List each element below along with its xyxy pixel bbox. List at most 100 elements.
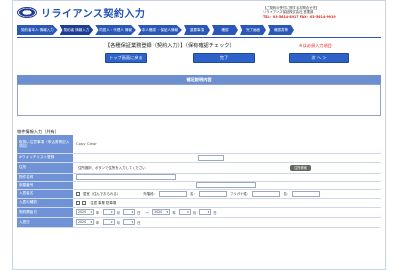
step-tab-2[interactable]: 契約者 情報入力 (59, 25, 94, 35)
chevron-down-icon: ▾ (111, 210, 113, 214)
occupant-extra-label-3: フリガナ姓： (229, 192, 251, 196)
property-form-table: 取扱い注意事項（申込書等記入項目） Copy Clear ※ウォッチリスト登録 … (17, 135, 381, 228)
address-search-button[interactable]: 住所検索 (290, 164, 311, 171)
occupant-extra-label-1: 外階段： (143, 192, 157, 196)
contract-year-select[interactable]: 2020 ▾ (76, 209, 94, 215)
next-button[interactable]: 次 へ ＞ (289, 53, 349, 63)
address-instruction: 住所選択、ボタンで住所を入力してください (78, 166, 146, 170)
step-tab-7[interactable]: 完了画面 (240, 25, 266, 35)
page-frame: リライアンス契約入力 【ご契約の受付に関するお問合せ先】 リライアンス保証株式会… (12, 0, 386, 270)
contact-line-3: TEL：03-5614-8917 FAX：03-5614-9919 (263, 14, 336, 19)
chevron-down-icon: ▾ (90, 210, 92, 214)
contact-info: 【ご契約の受付に関するお問合せ先】 リライアンス保証株式会社 営業部 TEL：0… (263, 6, 381, 19)
step-tabs: 契約者本人 情報入力 契約者 情報入力 同居人・代理人 情報 本人確認 ・保証人… (17, 25, 294, 35)
row-label-usage-type: 入居の種別 (17, 198, 73, 208)
row-value-room (73, 181, 381, 190)
month-unit: 月 (116, 220, 120, 225)
occupant-field-4[interactable] (292, 190, 321, 197)
move-in-year-select[interactable]: 2020 ▾ (76, 219, 94, 225)
usage-type-text: 住居 事業 駐車場 (90, 201, 117, 205)
row-label-contract-start: 契約開始日 (17, 207, 73, 218)
chevron-down-icon: ▾ (131, 220, 134, 224)
table-row: 物件名称 (17, 173, 381, 182)
occupant-extra-label-4: 名： (283, 192, 291, 196)
row-label-notes: 取扱い注意事項（申込書等記入項目） (17, 135, 73, 154)
company-logo-icon (17, 7, 37, 18)
row-value-move-in: 2020 ▾ 年 ▾ 月 ▾ 日 (73, 217, 381, 228)
chevron-down-icon: ▾ (131, 210, 134, 214)
contract-end-month-select[interactable]: ▾ (178, 209, 191, 215)
room-number-input[interactable] (196, 182, 256, 188)
table-row: 取扱い注意事項（申込書等記入項目） Copy Clear (17, 135, 381, 154)
year-unit: 年 (96, 220, 100, 225)
row-value-property-name (73, 173, 381, 182)
table-row: 契約開始日 2020 ▾ 年 ▾ 月 ▾ 日 ～ 2020 ▾ 年 ▾ 月 ▾ 日 (17, 207, 381, 218)
usage-checkbox-2[interactable] (82, 200, 87, 205)
move-in-year-value: 2020 (78, 220, 87, 224)
contract-day-select[interactable]: ▾ (123, 209, 136, 215)
month-unit: 月 (192, 210, 197, 215)
contract-end-year-select[interactable]: 2020 ▾ (152, 209, 171, 215)
chevron-down-icon: ▾ (166, 210, 169, 214)
row-label-move-in: 入居日 (17, 217, 73, 228)
contract-month-select[interactable]: ▾ (102, 209, 115, 215)
contract-end-year-value: 2020 (154, 210, 163, 214)
row-value-notes: Copy Clear (73, 135, 381, 154)
occupant-field-1[interactable] (158, 190, 187, 197)
row-label-property-name: 物件名称 (17, 173, 73, 182)
row-value-occupant: 居室（住んでおられる） 外階段： 名： フリガナ姓： 名： (73, 189, 381, 199)
notes-section-bar: 補足説明内容 (17, 75, 381, 84)
copy-clear-text: Copy Clear (76, 141, 97, 147)
chevron-down-icon: ▾ (187, 210, 189, 214)
step-tab-8[interactable]: 確認書等 (268, 25, 294, 35)
step-tab-6[interactable]: 確認 (212, 25, 238, 35)
chevron-down-icon: ▾ (111, 220, 113, 224)
day-unit: 日 (137, 220, 141, 225)
day-unit: 日 (137, 210, 141, 215)
notes-textarea[interactable] (17, 84, 381, 116)
table-row: 入居の種別 住居 事業 駐車場 (17, 198, 381, 208)
watchlist-input[interactable] (198, 154, 224, 161)
property-name-input[interactable] (76, 174, 176, 180)
back-to-top-button[interactable]: トップ画面に戻る (105, 53, 147, 63)
row-value-address: 住所選択、ボタンで住所を入力してください 住所検索 (73, 162, 381, 174)
year-unit: 年 (96, 210, 100, 215)
header: リライアンス契約入力 【ご契約の受付に関するお問合せ先】 リライアンス保証株式会… (13, 1, 385, 23)
occupant-field-2[interactable] (198, 190, 227, 197)
row-value-usage-type: 住居 事業 駐車場 (73, 198, 381, 208)
row-label-occupant: 入居者名 (17, 189, 73, 199)
step-tab-1[interactable]: 契約者本人 情報入力 (17, 25, 58, 35)
move-in-month-select[interactable]: ▾ (102, 219, 115, 225)
required-note: ※は必須入力項目 (299, 43, 332, 48)
form-title: 【各種保証業務登録（契約入力）】（保有確認チェック） (105, 43, 235, 49)
table-row: ※ウォッチリスト登録 (17, 153, 381, 163)
chevron-down-icon: ▾ (90, 220, 92, 224)
contract-year-value: 2020 (78, 210, 87, 214)
move-in-day-select[interactable]: ▾ (123, 219, 136, 225)
row-label-room: 部屋番号 (17, 181, 73, 190)
day-unit: 日 (213, 210, 217, 215)
app-title: リライアンス契約入力 (41, 9, 146, 20)
step-tab-4[interactable]: 本人確認 ・保証人情報 (137, 25, 182, 35)
year-unit: 年 (172, 210, 176, 215)
complete-button[interactable]: 完了 (193, 53, 255, 63)
row-value-contract-start: 2020 ▾ 年 ▾ 月 ▾ 日 ～ 2020 ▾ 年 ▾ 月 ▾ 日 (73, 207, 381, 218)
month-unit: 月 (116, 210, 120, 215)
table-row: 入居日 2020 ▾ 年 ▾ 月 ▾ 日 (17, 217, 381, 228)
table-row: 入居者名 居室（住んでおられる） 外階段： 名： フリガナ姓： 名： (17, 189, 381, 199)
row-label-watchlist: ※ウォッチリスト登録 (17, 153, 73, 163)
step-tab-5[interactable]: 重要事項 (184, 25, 210, 35)
header-divider (17, 37, 381, 38)
occupant-extra-label-2: 名： (190, 192, 197, 196)
contract-end-day-select[interactable]: ▾ (199, 209, 212, 215)
usage-checkbox-1[interactable] (76, 200, 80, 205)
chevron-down-icon: ▾ (207, 210, 210, 214)
step-tab-3[interactable]: 同居人・代理人 情報 (95, 25, 136, 35)
table-row: 部屋番号 (17, 181, 381, 190)
occupant-checkbox[interactable] (76, 191, 80, 196)
occupant-checkbox-label: 居室（住んでおられる） (83, 192, 121, 196)
range-tilde: ～ (145, 210, 150, 215)
row-label-address: 住所 (17, 162, 73, 174)
table-row: 住所 住所選択、ボタンで住所を入力してください 住所検索 (17, 162, 381, 174)
occupant-field-3[interactable] (252, 190, 281, 197)
